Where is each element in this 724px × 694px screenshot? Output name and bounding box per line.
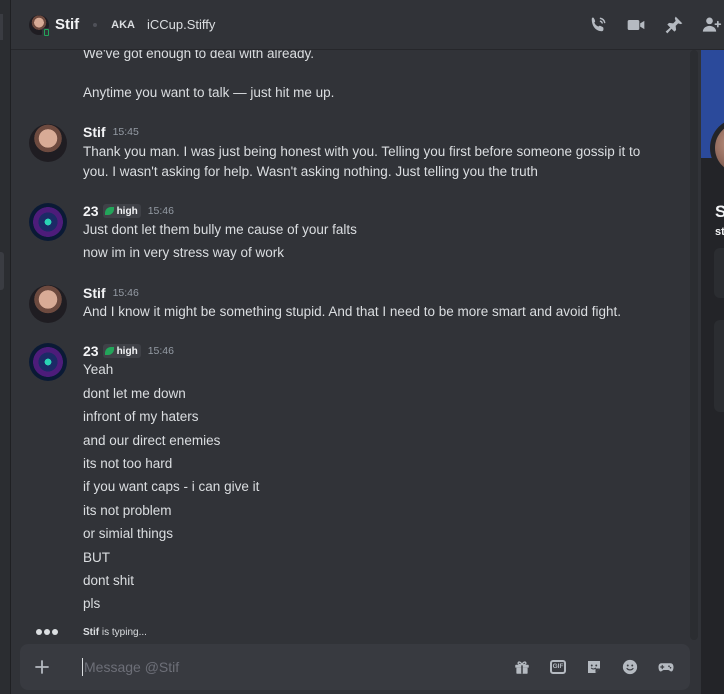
message-author[interactable]: Stif: [83, 285, 106, 301]
message-line: dont shit: [83, 573, 135, 588]
message-line: now im in very stress way of work: [83, 245, 285, 260]
message-line: Thank you man. I was just being honest w…: [83, 144, 641, 159]
left-panel-handle: [0, 252, 4, 290]
mobile-status-icon: [42, 27, 51, 37]
profile-username: st: [715, 226, 724, 238]
app-window: Stif AKA iCCup.Stiffy S st We've got eno…: [0, 0, 724, 694]
message-line: or simial things: [83, 526, 174, 541]
leaf-icon: [104, 347, 114, 355]
message-header: 23 high 15:46: [83, 201, 174, 221]
gif-icon[interactable]: GIF: [546, 655, 570, 679]
alias-text: iCCup.Stiffy: [147, 17, 216, 32]
message-header: Stif 15:46: [83, 283, 139, 303]
profile-panel: S st: [701, 50, 724, 694]
left-panel-edge: [0, 0, 11, 694]
phone-call-icon[interactable]: [586, 13, 610, 37]
message-line: We've got enough to deal with already.: [83, 50, 314, 61]
typing-indicator: Stif is typing...: [36, 623, 147, 641]
server-tag-badge[interactable]: high: [102, 344, 141, 358]
game-controller-icon[interactable]: [654, 655, 678, 679]
avatar[interactable]: [29, 124, 67, 162]
header-avatar[interactable]: [29, 14, 51, 37]
gif-label: GIF: [550, 660, 566, 674]
message-line: Anytime you want to talk — just hit me u…: [83, 85, 335, 100]
profile-name: S: [715, 202, 724, 221]
typing-suffix: is typing...: [99, 626, 147, 638]
message-line: infront of my haters: [83, 409, 199, 424]
upload-button[interactable]: [20, 644, 64, 690]
profile-card: [714, 248, 724, 298]
profile-card: [714, 320, 724, 412]
message-line: its not problem: [83, 503, 172, 518]
leaf-icon: [104, 207, 114, 215]
avatar[interactable]: [29, 203, 67, 241]
message-author[interactable]: 23: [83, 203, 99, 219]
emoji-icon[interactable]: [618, 655, 642, 679]
scrollbar-track[interactable]: [690, 50, 698, 640]
channel-header: Stif AKA iCCup.Stiffy: [0, 0, 724, 50]
message-author[interactable]: Stif: [83, 124, 106, 140]
avatar[interactable]: [29, 285, 67, 323]
message-line: you. I wasn't asking for help. Wasn't as…: [83, 164, 538, 179]
header-username[interactable]: Stif: [55, 16, 79, 33]
message-timestamp: 15:45: [112, 126, 139, 138]
message-timestamp: 15:46: [147, 345, 174, 357]
message-line: dont let me down: [83, 386, 186, 401]
header-separator-dot: [93, 22, 98, 27]
plus-icon: [35, 660, 49, 674]
composer-toolbar: GIF: [498, 644, 678, 690]
add-friend-icon[interactable]: [700, 13, 724, 37]
gift-icon[interactable]: [510, 655, 534, 679]
message-composer: GIF: [20, 644, 690, 690]
sticker-icon[interactable]: [582, 655, 606, 679]
server-tag-text: high: [116, 205, 138, 217]
header-toolbar: [572, 0, 724, 50]
video-call-icon[interactable]: [624, 13, 648, 37]
message-input[interactable]: [82, 658, 482, 676]
message-line: if you want caps - i can give it: [83, 479, 260, 494]
typing-dots-icon: [36, 629, 60, 635]
message-line: pls: [83, 596, 101, 611]
server-tag-text: high: [116, 345, 138, 357]
message-header: Stif 15:45: [83, 122, 139, 142]
message-line: Just dont let them bully me cause of you…: [83, 222, 357, 237]
message-line: BUT: [83, 550, 110, 565]
typing-text: Stif is typing...: [83, 627, 147, 638]
message-list: We've got enough to deal with already. A…: [11, 50, 690, 630]
pin-icon[interactable]: [662, 13, 686, 37]
aka-label: AKA: [111, 18, 136, 31]
message-line: And I know it might be something stupid.…: [83, 304, 622, 319]
message-line: its not too hard: [83, 456, 173, 471]
message-timestamp: 15:46: [147, 205, 174, 217]
message-header: 23 high 15:46: [83, 341, 174, 361]
message-line: and our direct enemies: [83, 433, 221, 448]
message-author[interactable]: 23: [83, 343, 99, 359]
typing-user: Stif: [83, 626, 100, 638]
header-notch: [0, 14, 3, 40]
message-line: Yeah: [83, 362, 114, 377]
message-timestamp: 15:46: [112, 287, 139, 299]
avatar[interactable]: [29, 343, 67, 381]
server-tag-badge[interactable]: high: [102, 204, 141, 218]
